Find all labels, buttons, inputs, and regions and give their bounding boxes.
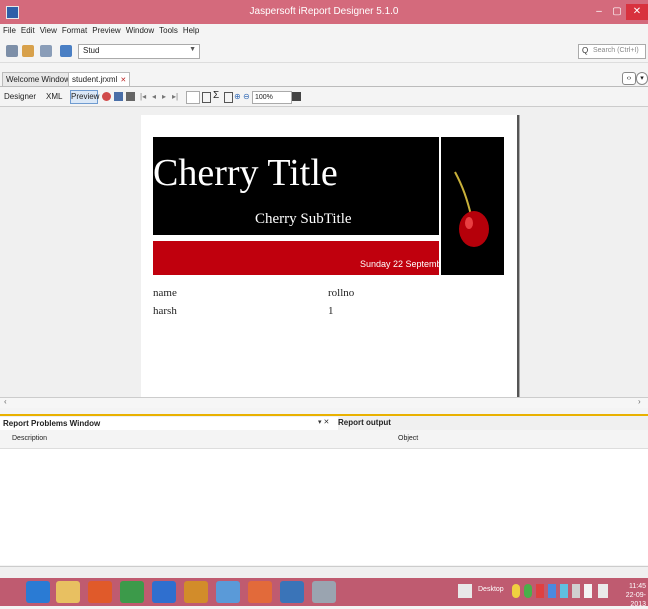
tray-app-icon[interactable]	[512, 584, 520, 598]
datasource-icon[interactable]	[60, 45, 72, 57]
network-icon[interactable]	[572, 584, 580, 598]
problems-table: Description Object	[0, 430, 648, 565]
undo-icon[interactable]	[22, 45, 34, 57]
menu-format[interactable]: Format	[62, 26, 87, 35]
minimize-button[interactable]: –	[590, 4, 608, 20]
tray-app-icon[interactable]	[536, 584, 544, 598]
column-header-name: name	[153, 287, 177, 299]
xml-tab[interactable]: XML	[46, 92, 62, 101]
scroll-right-icon[interactable]: ›	[638, 397, 641, 406]
menu-view[interactable]: View	[40, 26, 57, 35]
internet-explorer-icon[interactable]	[26, 581, 50, 603]
menu-bar: File Edit View Format Preview Window Tools Help	[0, 24, 648, 38]
menu-edit[interactable]: Edit	[21, 26, 35, 35]
title-bar: Jaspersoft iReport Designer 5.1.0 – ▢ ✕	[0, 0, 648, 24]
redo-icon[interactable]	[40, 45, 52, 57]
tab-label: Welcome Window	[6, 75, 70, 84]
report-title: Cherry Title	[153, 152, 338, 194]
tray-app-icon[interactable]	[524, 584, 532, 598]
powerpoint-icon[interactable]	[248, 581, 272, 603]
datasource-value: Stud	[83, 46, 100, 55]
cherry-icon	[454, 171, 489, 247]
window-title: Jaspersoft iReport Designer 5.1.0	[249, 6, 399, 17]
fit-width-icon[interactable]	[224, 92, 233, 103]
clock-time: 11:45	[629, 583, 646, 590]
tab-report-output[interactable]: Report output	[338, 418, 391, 427]
chrome-icon[interactable]	[88, 581, 112, 603]
zoom-out-icon[interactable]: ⊖	[243, 92, 250, 101]
designer-tab[interactable]: Designer	[4, 92, 36, 101]
menu-window[interactable]: Window	[126, 26, 154, 35]
close-button[interactable]: ✕	[626, 4, 648, 20]
chevron-down-icon: ▼	[189, 46, 196, 53]
next-page-icon[interactable]: ▸	[162, 92, 166, 101]
report-preview-page: Cherry Title Cherry SubTitle Sunday 22 S…	[141, 115, 519, 397]
scroll-left-icon[interactable]: ‹	[4, 397, 7, 406]
maximize-button[interactable]: ▢	[608, 4, 626, 20]
zoom-value: 100%	[255, 94, 273, 101]
fit-page-icon[interactable]: Σ	[213, 90, 219, 101]
reload-icon[interactable]	[102, 92, 111, 101]
column-object[interactable]: Object	[398, 435, 418, 442]
problems-table-header: Description Object	[0, 430, 648, 449]
panel-menu-icon[interactable]: ▾ ✕	[318, 418, 329, 426]
zoom-in-icon[interactable]: ⊕	[234, 92, 241, 101]
print-icon[interactable]	[126, 92, 135, 101]
app-icon-gray[interactable]	[312, 581, 336, 603]
page-number-input[interactable]	[186, 91, 200, 104]
media-player-icon[interactable]	[152, 581, 176, 603]
preview-tab[interactable]: Preview	[70, 90, 99, 104]
desktop-toolbar-label[interactable]: Desktop	[478, 586, 504, 593]
menu-help[interactable]: Help	[183, 26, 199, 35]
cell-rollno: 1	[328, 305, 334, 317]
excel-icon[interactable]	[120, 581, 144, 603]
clock-date: 22-09-2013	[625, 592, 646, 608]
report-subtitle: Cherry SubTitle	[255, 211, 352, 227]
tab-report-problems[interactable]: Report Problems Window	[0, 417, 338, 431]
previous-page-icon[interactable]: ◂	[152, 92, 156, 101]
taskbar-clock[interactable]: 11:45 22-09-2013	[622, 582, 646, 609]
flag-icon[interactable]	[584, 584, 592, 598]
main-toolbar: Stud ▼ Q Search (Ctrl+I)	[0, 40, 648, 63]
horizontal-scrollbar[interactable]: ‹ ›	[0, 397, 648, 408]
volume-icon[interactable]	[598, 584, 608, 598]
search-input[interactable]: Q Search (Ctrl+I)	[578, 44, 646, 59]
windows-taskbar: Desktop 11:45 22-09-2013	[0, 578, 648, 609]
ireport-icon[interactable]	[216, 581, 240, 603]
datasource-select[interactable]: Stud ▼	[78, 44, 200, 59]
tray-app-icon[interactable]	[560, 584, 568, 598]
cherry-image	[441, 137, 504, 275]
menu-tools[interactable]: Tools	[159, 26, 178, 35]
new-report-icon[interactable]	[6, 45, 18, 57]
installer-icon[interactable]	[184, 581, 208, 603]
date-band	[153, 241, 439, 275]
first-page-icon[interactable]: |◂	[140, 92, 146, 101]
file-explorer-icon[interactable]	[56, 581, 80, 603]
shield-icon[interactable]	[280, 581, 304, 603]
last-page-icon[interactable]: ▸|	[172, 92, 178, 101]
zoom-select[interactable]: 100%	[252, 91, 292, 104]
search-placeholder: Search (Ctrl+I)	[593, 47, 639, 54]
column-header-rollno: rollno	[328, 287, 355, 299]
tab-list-icon[interactable]: ▾	[636, 72, 648, 85]
export-icon[interactable]	[292, 92, 301, 101]
column-description[interactable]: Description	[12, 435, 47, 442]
report-date: Sunday 22 September	[360, 259, 450, 269]
cell-name: harsh	[153, 305, 177, 317]
tab-label: student.jrxml	[72, 75, 118, 84]
tab-student-jrxml[interactable]: student.jrxml ✕	[68, 72, 131, 86]
menu-file[interactable]: File	[3, 26, 16, 35]
close-tab-icon[interactable]: ✕	[120, 77, 126, 84]
tray-keyboard-icon[interactable]	[458, 584, 472, 598]
tray-app-icon[interactable]	[548, 584, 556, 598]
search-icon: Q	[582, 46, 589, 55]
document-tabs: Welcome Window ✕ student.jrxml✕ ‹› ▾	[0, 70, 648, 87]
actual-size-icon[interactable]	[202, 92, 211, 103]
menu-preview[interactable]: Preview	[92, 26, 120, 35]
save-icon[interactable]	[114, 92, 123, 101]
tab-scroll-icon[interactable]: ‹›	[622, 72, 636, 85]
designer-toolbar: Designer XML Preview |◂ ◂ ▸ ▸| Σ ⊕ ⊖ 100…	[0, 88, 648, 107]
